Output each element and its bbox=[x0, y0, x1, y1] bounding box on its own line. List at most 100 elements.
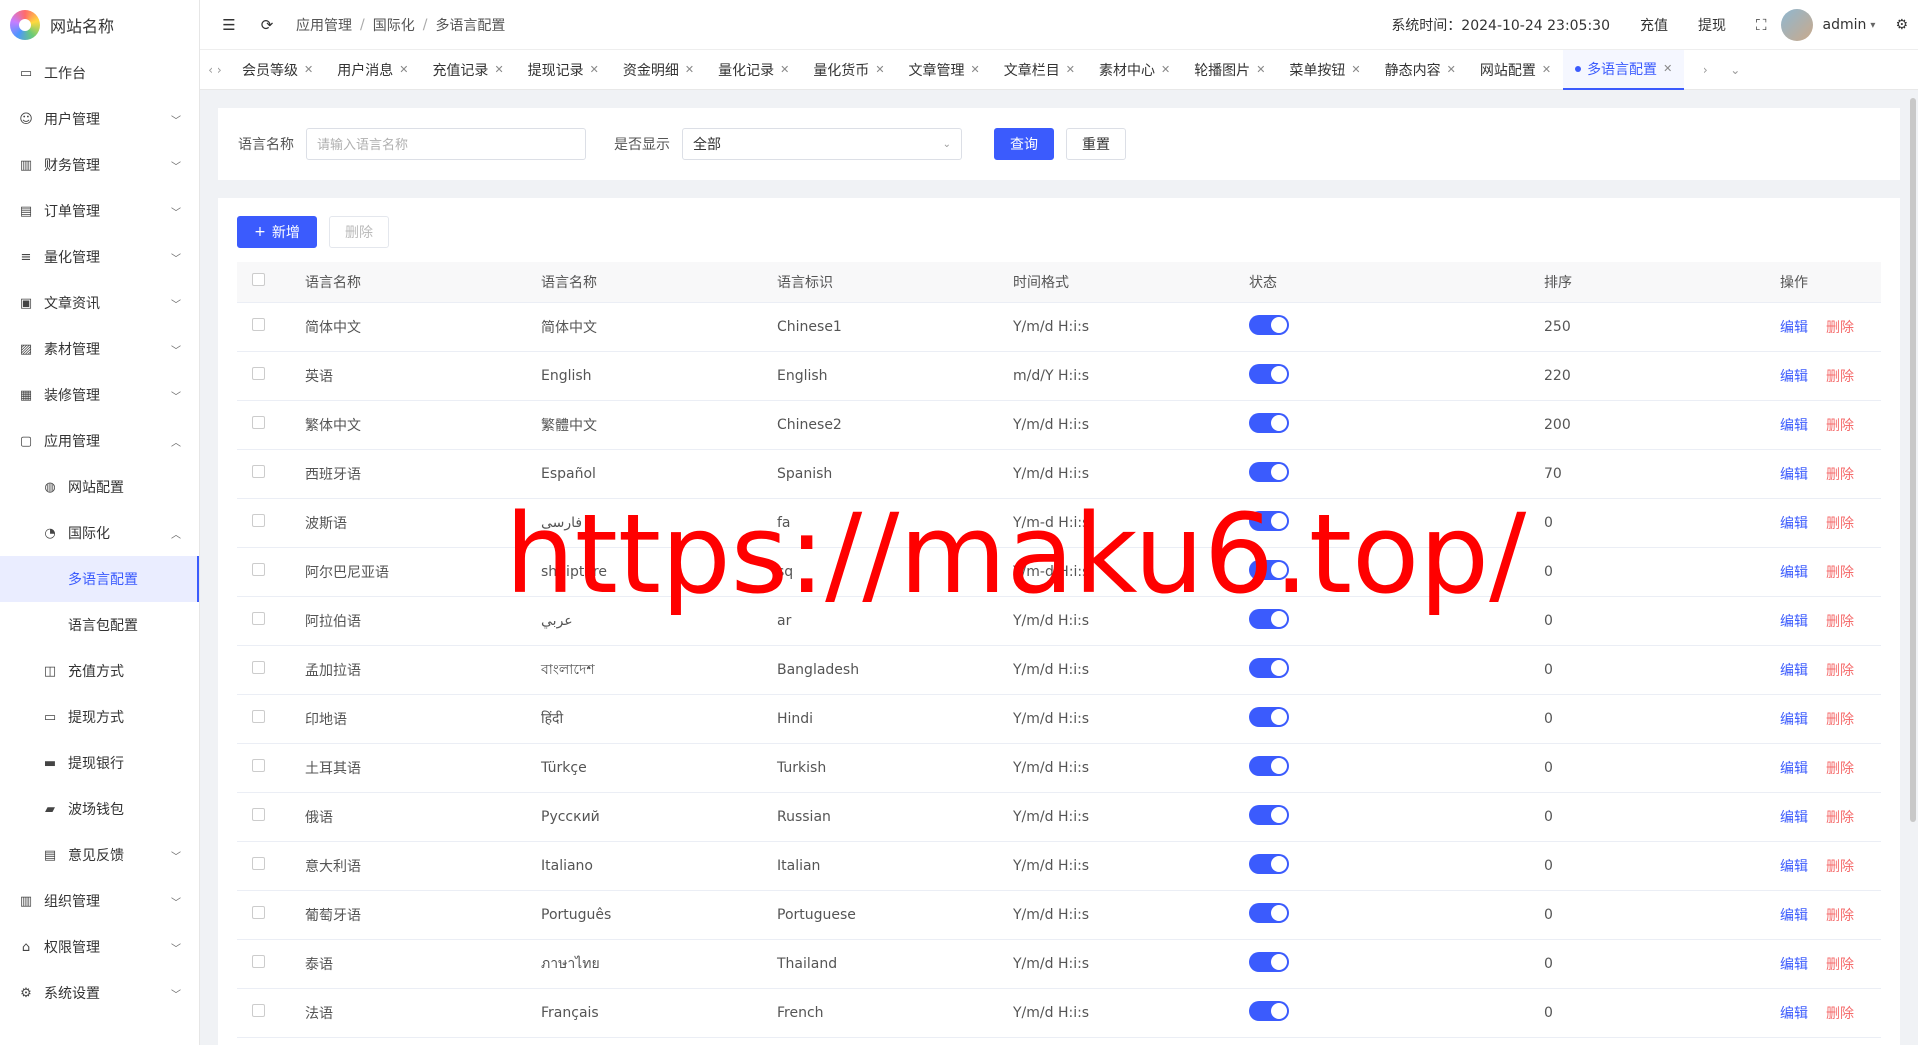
table-row[interactable]: 意大利语 Italiano Italian Y/m/d H:i:s 0 编辑 删除 bbox=[237, 841, 1881, 891]
breadcrumb-item[interactable]: 国际化 bbox=[373, 15, 415, 35]
status-toggle[interactable] bbox=[1249, 902, 1289, 923]
edit-link[interactable]: 编辑 bbox=[1780, 663, 1808, 679]
table-row[interactable]: 阿尔巴尼亚语 shqiptare sq Y/m-d H:i:s 0 编辑 删除 bbox=[237, 547, 1881, 597]
row-checkbox[interactable] bbox=[252, 367, 265, 380]
column-header[interactable]: 语言名称 bbox=[305, 262, 541, 303]
sidebar-item[interactable]: ▰ 波场钱包 bbox=[0, 786, 199, 832]
table-row[interactable]: 俄语 Русский Russian Y/m/d H:i:s 0 编辑 删除 bbox=[237, 792, 1881, 842]
sidebar-item[interactable]: ◍ 网站配置 bbox=[0, 464, 199, 510]
tab[interactable]: 菜单按钮 ✕ bbox=[1277, 50, 1372, 90]
edit-link[interactable]: 编辑 bbox=[1780, 712, 1808, 728]
table-row[interactable]: 葡萄牙语 Português Portuguese Y/m/d H:i:s 0 编辑 删除 bbox=[237, 890, 1881, 940]
sidebar-item[interactable]: ☺ 用户管理 ﹀ bbox=[0, 96, 199, 142]
tab[interactable]: 量化记录 ✕ bbox=[706, 50, 801, 90]
sidebar-item[interactable]: ▬ 提现银行 bbox=[0, 740, 199, 786]
delete-link[interactable]: 删除 bbox=[1826, 957, 1854, 973]
tab[interactable]: 文章栏目 ✕ bbox=[992, 50, 1087, 90]
tabs-scroll-left-icon[interactable]: ‹ › bbox=[200, 63, 230, 77]
user-menu[interactable]: admin ▾ bbox=[1823, 17, 1876, 33]
close-icon[interactable]: ✕ bbox=[685, 63, 694, 76]
status-toggle[interactable] bbox=[1249, 363, 1289, 384]
tab[interactable]: 提现记录 ✕ bbox=[516, 50, 611, 90]
sidebar-item[interactable]: 语言包配置 bbox=[0, 602, 199, 648]
status-toggle[interactable] bbox=[1249, 461, 1289, 482]
row-checkbox[interactable] bbox=[252, 906, 265, 919]
close-icon[interactable]: ✕ bbox=[1351, 63, 1360, 76]
table-row[interactable]: 法语 Français French Y/m/d H:i:s 0 编辑 删除 bbox=[237, 988, 1881, 1038]
close-icon[interactable]: ✕ bbox=[780, 63, 789, 76]
sidebar-item[interactable]: ▥ 组织管理 ﹀ bbox=[0, 878, 199, 924]
column-header[interactable]: 排序 bbox=[1544, 262, 1780, 303]
tab[interactable]: 多语言配置 ✕ bbox=[1563, 49, 1685, 90]
close-icon[interactable]: ✕ bbox=[1161, 63, 1170, 76]
edit-link[interactable]: 编辑 bbox=[1780, 957, 1808, 973]
close-icon[interactable]: ✕ bbox=[1066, 63, 1075, 76]
row-checkbox[interactable] bbox=[252, 661, 265, 674]
row-checkbox[interactable] bbox=[252, 857, 265, 870]
withdraw-link[interactable]: 提现 bbox=[1698, 15, 1726, 35]
tab[interactable]: 网站配置 ✕ bbox=[1468, 50, 1563, 90]
row-checkbox[interactable] bbox=[252, 563, 265, 576]
table-row[interactable]: 泰语 ภาษาไทย Thailand Y/m/d H:i:s 0 编辑 删除 bbox=[237, 939, 1881, 989]
close-icon[interactable]: ✕ bbox=[590, 63, 599, 76]
menu-fold-icon[interactable]: ☰ bbox=[220, 16, 238, 34]
table-row[interactable]: 孟加拉语 বাংলাদেশ Bangladesh Y/m/d H:i:s 0 编辑 删除 bbox=[237, 645, 1881, 695]
tab[interactable]: 轮播图片 ✕ bbox=[1182, 50, 1277, 90]
status-toggle[interactable] bbox=[1249, 853, 1289, 874]
breadcrumb-item[interactable]: 应用管理 bbox=[296, 15, 352, 35]
sidebar-item[interactable]: 多语言配置 bbox=[0, 556, 199, 602]
select-all-checkbox[interactable] bbox=[252, 273, 265, 287]
delete-link[interactable]: 删除 bbox=[1826, 516, 1854, 532]
table-row[interactable]: 阿拉伯语 عربي ar Y/m/d H:i:s 0 编辑 删除 bbox=[237, 596, 1881, 646]
query-button[interactable]: 查询 bbox=[994, 128, 1054, 160]
sidebar-item[interactable]: ◔ 国际化 ︿ bbox=[0, 510, 199, 556]
delete-button[interactable]: 删除 bbox=[329, 216, 389, 248]
add-button[interactable]: + 新增 bbox=[237, 216, 317, 248]
table-row[interactable]: 土耳其语 Türkçe Turkish Y/m/d H:i:s 0 编辑 删除 bbox=[237, 743, 1881, 793]
row-checkbox[interactable] bbox=[252, 710, 265, 723]
status-toggle[interactable] bbox=[1249, 412, 1289, 433]
table-row[interactable]: 波斯语 فارسی fa Y/m-d H:i:s 0 编辑 删除 bbox=[237, 498, 1881, 548]
close-icon[interactable]: ✕ bbox=[971, 63, 980, 76]
delete-link[interactable]: 删除 bbox=[1826, 320, 1854, 336]
sidebar-item[interactable]: ▤ 订单管理 ﹀ bbox=[0, 188, 199, 234]
edit-link[interactable]: 编辑 bbox=[1780, 320, 1808, 336]
reset-button[interactable]: 重置 bbox=[1066, 128, 1126, 160]
row-checkbox[interactable] bbox=[252, 1004, 265, 1017]
close-icon[interactable]: ✕ bbox=[1663, 62, 1672, 75]
row-checkbox[interactable] bbox=[252, 759, 265, 772]
avatar[interactable] bbox=[1780, 9, 1813, 41]
column-header[interactable]: 状态 bbox=[1249, 262, 1544, 303]
tab[interactable]: 文章管理 ✕ bbox=[897, 50, 992, 90]
close-icon[interactable]: ✕ bbox=[399, 63, 408, 76]
column-header[interactable]: 语言名称 bbox=[541, 262, 777, 303]
sidebar-item[interactable]: ⚙ 系统设置 ﹀ bbox=[0, 970, 199, 1016]
close-icon[interactable]: ✕ bbox=[304, 63, 313, 76]
sidebar-item[interactable]: ▥ 财务管理 ﹀ bbox=[0, 142, 199, 188]
page-scrollbar[interactable] bbox=[1910, 98, 1916, 822]
delete-link[interactable]: 删除 bbox=[1826, 418, 1854, 434]
sidebar-item[interactable]: ▦ 装修管理 ﹀ bbox=[0, 372, 199, 418]
language-name-input[interactable] bbox=[306, 128, 586, 160]
row-checkbox[interactable] bbox=[252, 465, 265, 478]
logo[interactable]: 网站名称 bbox=[0, 0, 199, 50]
table-row[interactable]: 英语 English English m/d/Y H:i:s 220 编辑 删除 bbox=[237, 351, 1881, 401]
row-checkbox[interactable] bbox=[252, 808, 265, 821]
status-toggle[interactable] bbox=[1249, 608, 1289, 629]
sidebar-item[interactable]: ≡ 量化管理 ﹀ bbox=[0, 234, 199, 280]
edit-link[interactable]: 编辑 bbox=[1780, 614, 1808, 630]
tab[interactable]: 用户消息 ✕ bbox=[325, 50, 420, 90]
delete-link[interactable]: 删除 bbox=[1826, 1006, 1854, 1022]
tab[interactable]: 资金明细 ✕ bbox=[611, 50, 706, 90]
row-checkbox[interactable] bbox=[252, 416, 265, 429]
row-checkbox[interactable] bbox=[252, 514, 265, 527]
sidebar-item[interactable]: ⌂ 权限管理 ﹀ bbox=[0, 924, 199, 970]
delete-link[interactable]: 删除 bbox=[1826, 810, 1854, 826]
edit-link[interactable]: 编辑 bbox=[1780, 908, 1808, 924]
delete-link[interactable]: 删除 bbox=[1826, 369, 1854, 385]
status-toggle[interactable] bbox=[1249, 314, 1289, 335]
table-row[interactable]: 印地语 हिंदी Hindi Y/m/d H:i:s 0 编辑 删除 bbox=[237, 694, 1881, 744]
status-toggle[interactable] bbox=[1249, 1000, 1289, 1021]
column-header[interactable]: 语言标识 bbox=[777, 262, 1013, 303]
fullscreen-icon[interactable]: ⛶ bbox=[1756, 16, 1767, 34]
